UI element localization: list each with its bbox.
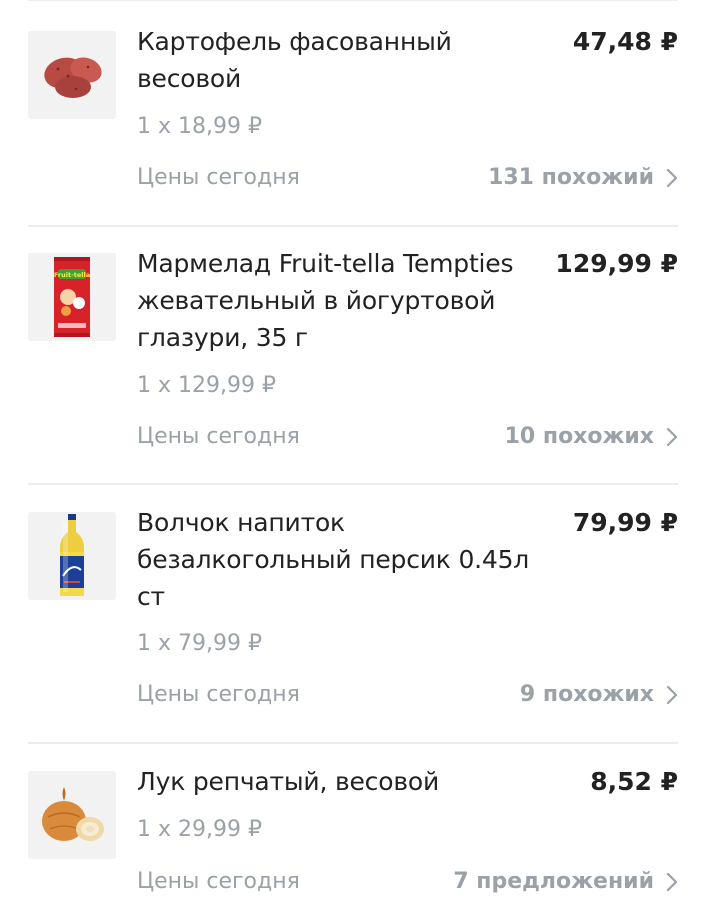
product-name[interactable]: Мармелад Fruit-tella Tempties жевательны…	[137, 245, 542, 356]
product-price: 79,99 ₽	[572, 508, 678, 537]
chevron-right-icon	[666, 427, 678, 447]
similar-products-link[interactable]: 9 похожих	[520, 680, 678, 710]
receipt-items-list: Картофель фасованный весовой 47,48 ₽ 1 x…	[0, 0, 706, 920]
product-price: 47,48 ₽	[572, 27, 678, 56]
unit-price: 1 x 29,99 ₽	[137, 817, 262, 842]
unit-price: 1 x 18,99 ₽	[137, 114, 262, 139]
similar-label: 131 похожий	[488, 165, 654, 190]
candy-pack-icon: Fruit-tella	[28, 253, 116, 341]
product-name[interactable]: Волчок напиток безалкогольный персик 0.4…	[137, 504, 542, 615]
unit-price: 1 x 79,99 ₽	[137, 631, 262, 656]
item-divider	[28, 483, 678, 485]
onion-icon	[28, 771, 116, 859]
offers-link[interactable]: 7 предложений	[453, 867, 678, 897]
similar-label: 10 похожих	[504, 424, 654, 449]
offers-label: 7 предложений	[453, 869, 654, 894]
prices-today-link[interactable]: Цены сегодня	[137, 867, 300, 897]
product-name[interactable]: Лук репчатый, весовой	[137, 763, 542, 800]
similar-products-link[interactable]: 131 похожий	[488, 163, 678, 193]
item-divider	[28, 742, 678, 744]
similar-products-link[interactable]: 10 похожих	[505, 422, 678, 452]
bottle-icon	[28, 512, 116, 600]
list-item[interactable]: Лук репчатый, весовой 8,52 ₽ 1 x 29,99 ₽…	[28, 767, 678, 920]
top-divider	[28, 0, 678, 1]
unit-price: 1 x 129,99 ₽	[137, 373, 276, 398]
product-price: 8,52 ₽	[590, 767, 678, 796]
product-name[interactable]: Картофель фасованный весовой	[137, 23, 542, 97]
chevron-right-icon	[666, 872, 678, 892]
similar-label: 9 похожих	[519, 682, 654, 707]
chevron-right-icon	[666, 685, 678, 705]
prices-today-link[interactable]: Цены сегодня	[137, 422, 300, 452]
list-item[interactable]: Волчок напиток безалкогольный персик 0.4…	[28, 508, 678, 744]
prices-today-link[interactable]: Цены сегодня	[137, 680, 300, 710]
item-divider	[28, 225, 678, 227]
potato-icon	[28, 31, 116, 119]
list-item[interactable]: Картофель фасованный весовой 47,48 ₽ 1 x…	[28, 27, 678, 227]
product-price: 129,99 ₽	[555, 249, 678, 278]
pack-brand-text: Fruit-tella	[54, 271, 90, 279]
chevron-right-icon	[666, 168, 678, 188]
list-item[interactable]: Fruit-tella Мармелад Fruit-tella Temptie…	[28, 249, 678, 485]
prices-today-link[interactable]: Цены сегодня	[137, 163, 300, 193]
